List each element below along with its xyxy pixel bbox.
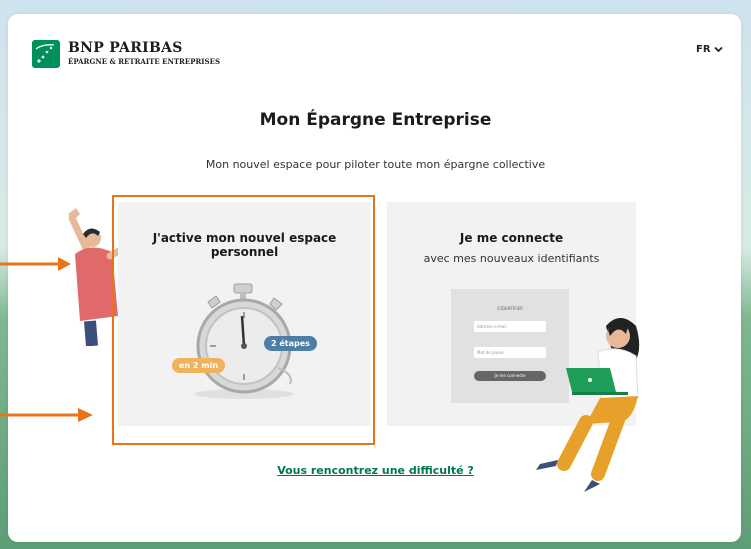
chevron-down-icon bbox=[713, 46, 723, 53]
language-label: FR bbox=[696, 44, 711, 55]
annotation-arrow-icon bbox=[0, 257, 71, 271]
language-selector[interactable]: FR bbox=[696, 44, 723, 55]
highlight-box bbox=[112, 195, 375, 445]
help-link[interactable]: Vous rencontrez une difficulté ? bbox=[0, 464, 751, 477]
page-title: Mon Épargne Entreprise bbox=[259, 110, 492, 130]
annotation-arrow-icon bbox=[0, 408, 93, 422]
page-subtitle: Mon nouvel espace pour piloter toute mon… bbox=[205, 158, 546, 171]
connect-card-title: Je me connecte bbox=[459, 231, 564, 245]
brand-subtitle: ÉPARGNE & RETRAITE ENTREPRISES bbox=[68, 57, 221, 66]
bnp-logo-icon bbox=[32, 40, 60, 68]
connect-card-subtitle: avec mes nouveaux identifiants bbox=[423, 252, 600, 265]
brand-name: BNP PARIBAS bbox=[68, 40, 183, 56]
